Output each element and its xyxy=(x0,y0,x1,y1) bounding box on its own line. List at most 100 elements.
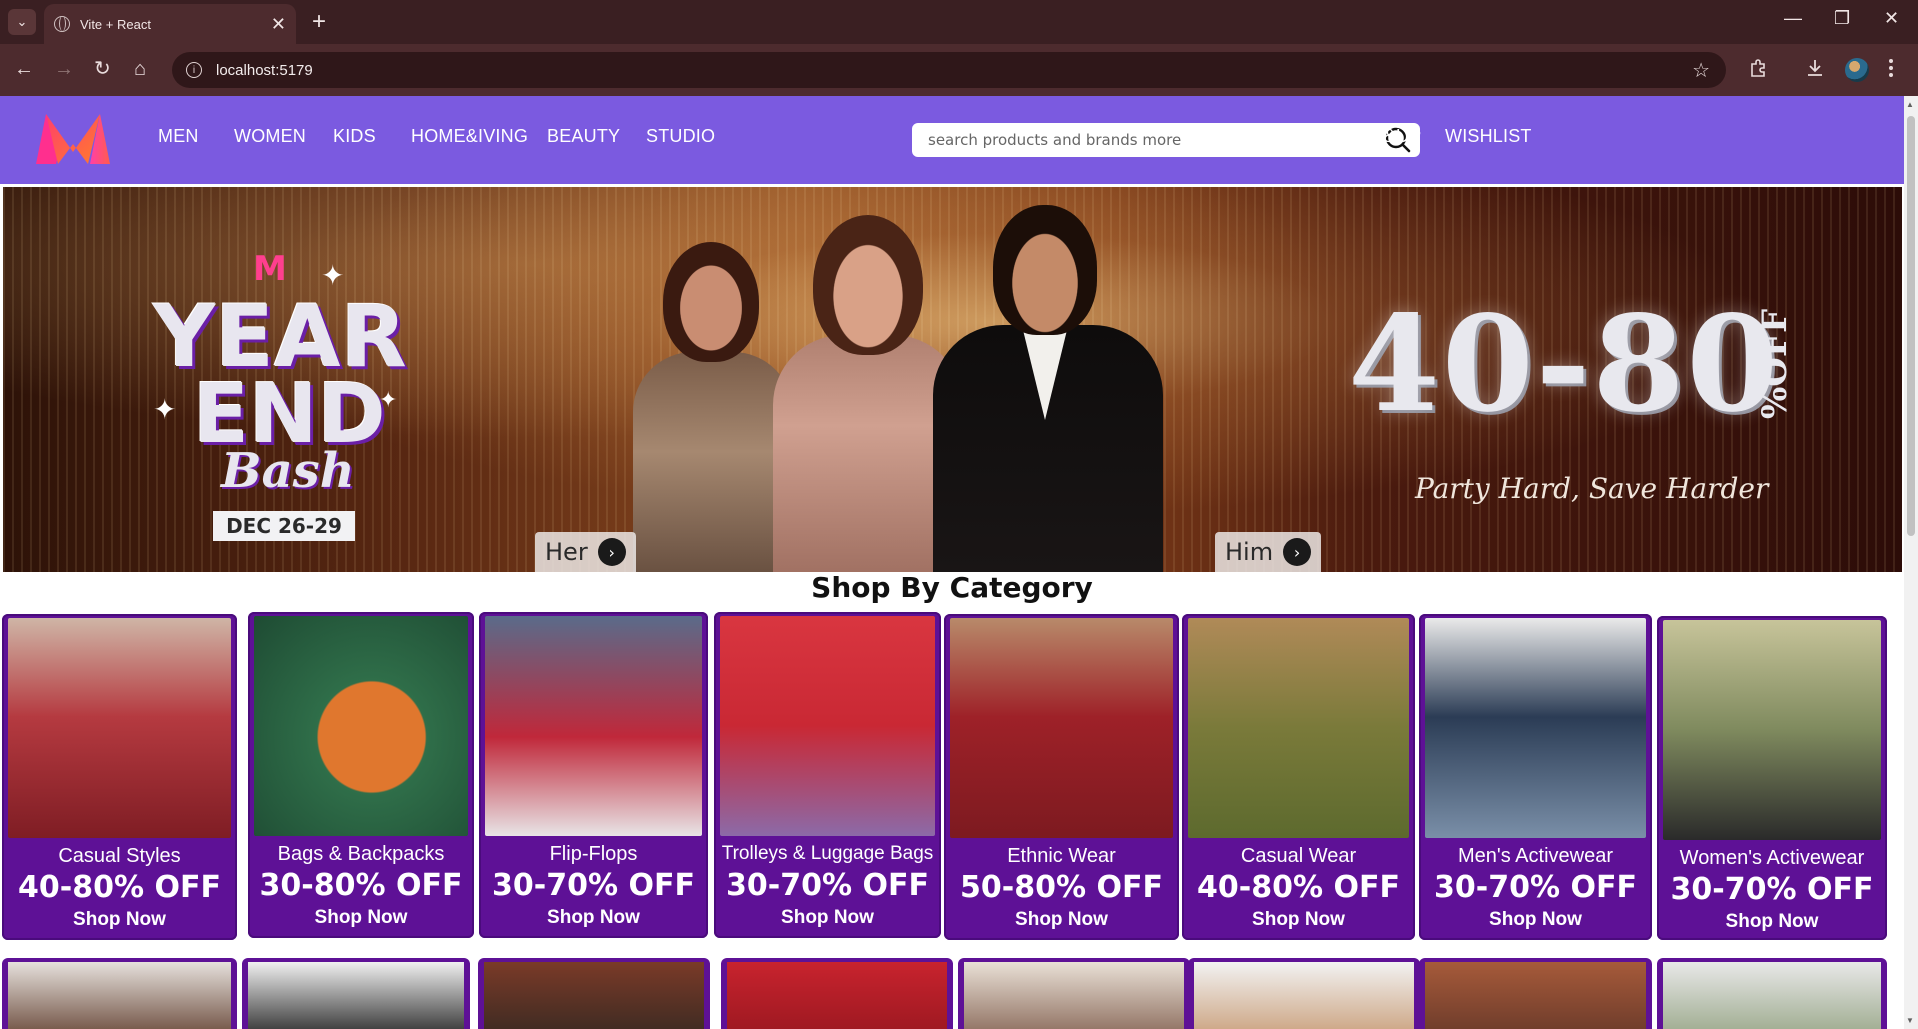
category-image xyxy=(1188,618,1409,838)
category-card[interactable]: Flip-Flops 30-70% OFF Shop Now xyxy=(479,612,708,938)
category-image xyxy=(950,618,1173,838)
category-image xyxy=(1663,620,1881,840)
category-image xyxy=(1425,618,1646,838)
new-tab-button[interactable]: + xyxy=(312,8,326,36)
category-image xyxy=(727,962,947,1029)
category-image xyxy=(485,616,702,836)
chevron-right-icon: › xyxy=(597,538,626,566)
sign-in-link[interactable]: SIGN&IN xyxy=(1236,126,1311,147)
hero-cta-him-label: Him xyxy=(1225,538,1274,566)
globe-icon xyxy=(54,16,70,32)
category-card[interactable]: Ethnic Wear 50-80% OFF Shop Now xyxy=(944,614,1179,940)
category-name: Bags & Backpacks xyxy=(277,843,445,865)
minimize-button[interactable]: — xyxy=(1784,8,1802,29)
profile-avatar[interactable] xyxy=(1845,58,1869,82)
category-card[interactable]: Casual Styles 40-80% OFF Shop Now xyxy=(2,614,237,940)
hero-cta-her-label: Her xyxy=(545,538,588,566)
category-image xyxy=(1663,962,1881,1029)
category-name: Flip-Flops xyxy=(549,843,638,865)
reload-button[interactable]: ↻ xyxy=(94,57,111,81)
category-image xyxy=(1425,962,1646,1029)
category-name: Women's Activewear xyxy=(1679,847,1865,869)
category-card[interactable] xyxy=(478,958,710,1029)
myntra-logo[interactable] xyxy=(32,108,114,168)
category-image xyxy=(484,962,704,1029)
category-offer: 30-70% OFF xyxy=(492,868,695,903)
category-card[interactable] xyxy=(1419,958,1652,1029)
category-offer: 50-80% OFF xyxy=(960,870,1163,905)
category-offer: 40-80% OFF xyxy=(18,870,221,905)
scroll-down-icon[interactable]: ▼ xyxy=(1906,1016,1914,1025)
shop-now-link[interactable]: Shop Now xyxy=(2,909,237,931)
hero-cta-her[interactable]: Her › xyxy=(535,532,636,572)
bookmark-star-icon[interactable]: ☆ xyxy=(1692,58,1710,83)
browser-toolbar: ← → ↻ ⌂ i localhost:5179 ☆ xyxy=(0,44,1918,96)
browser-menu-icon[interactable] xyxy=(1888,57,1894,85)
extensions-icon[interactable] xyxy=(1748,57,1770,85)
window-close-button[interactable]: ✕ xyxy=(1884,8,1899,29)
nav-studio[interactable]: STUDIO xyxy=(646,126,715,147)
category-card[interactable] xyxy=(1188,958,1420,1029)
wishlist-link[interactable]: WISHLIST xyxy=(1445,126,1532,147)
section-title: Shop By Category xyxy=(811,571,1093,604)
hero-brand-mark: M xyxy=(253,249,287,289)
hero-banner[interactable]: M ✦ YEAR ✦ END ✦ Bash DEC 26-29 40-80 %O… xyxy=(3,187,1902,572)
hero-tagline: Party Hard, Save Harder xyxy=(1415,472,1769,505)
scrollbar-thumb[interactable] xyxy=(1907,116,1915,536)
sparkle-icon: ✦ xyxy=(379,387,398,412)
chevron-right-icon: › xyxy=(1283,538,1312,566)
category-card[interactable] xyxy=(2,958,237,1029)
category-card[interactable]: Trolleys & Luggage Bags 30-70% OFF Shop … xyxy=(714,612,941,938)
category-card[interactable]: Women's Activewear 30-70% OFF Shop Now xyxy=(1657,616,1887,940)
address-bar[interactable]: i localhost:5179 ☆ xyxy=(172,52,1726,88)
nav-men[interactable]: MEN xyxy=(158,126,199,147)
hero-date-badge: DEC 26-29 xyxy=(213,511,355,541)
restore-button[interactable]: ❐ xyxy=(1834,8,1850,29)
nav-beauty[interactable]: BEAUTY xyxy=(547,126,620,147)
category-offer: 30-80% OFF xyxy=(259,868,463,903)
shop-now-link[interactable]: Shop Now xyxy=(248,907,474,929)
category-offer: 30-70% OFF xyxy=(1434,870,1637,905)
category-card[interactable]: Bags & Backpacks 30-80% OFF Shop Now xyxy=(248,612,474,938)
category-card[interactable] xyxy=(721,958,953,1029)
hero-cta-him[interactable]: Him › xyxy=(1215,532,1322,572)
category-name: Trolleys & Luggage Bags xyxy=(721,843,934,864)
browser-tab[interactable]: Vite + React ✕ xyxy=(44,4,296,44)
shop-now-link[interactable]: Shop Now xyxy=(944,909,1179,931)
shop-now-link[interactable]: Shop Now xyxy=(1182,909,1415,931)
nav-home-living[interactable]: HOME&IVING xyxy=(411,126,528,147)
hero-headline-bash: Bash xyxy=(221,443,355,499)
tab-close-icon[interactable]: ✕ xyxy=(271,15,286,33)
downloads-icon[interactable] xyxy=(1804,57,1826,85)
browser-tabbar: ⌄ Vite + React ✕ + — ❐ ✕ xyxy=(0,0,1918,44)
shop-now-link[interactable]: Shop Now xyxy=(1657,911,1887,933)
category-card[interactable] xyxy=(242,958,470,1029)
site-info-icon[interactable]: i xyxy=(186,62,202,78)
page-viewport: MEN WOMEN KIDS HOME&IVING BEAUTY STUDIO … xyxy=(0,96,1904,1029)
nav-kids[interactable]: KIDS xyxy=(333,126,376,147)
back-button[interactable]: ← xyxy=(14,57,34,81)
category-card[interactable]: Casual Wear 40-80% OFF Shop Now xyxy=(1182,614,1415,940)
home-button[interactable]: ⌂ xyxy=(134,57,146,81)
tab-search-menu-icon[interactable]: ⌄ xyxy=(8,9,36,35)
category-name: Men's Activewear xyxy=(1458,845,1613,867)
shop-now-link[interactable]: Shop Now xyxy=(1419,909,1652,931)
category-name: Casual Wear xyxy=(1240,845,1357,867)
sparkle-icon: ✦ xyxy=(153,394,177,425)
tab-title: Vite + React xyxy=(80,16,151,32)
category-offer: 40-80% OFF xyxy=(1197,870,1400,905)
category-image xyxy=(8,618,231,838)
sign-up-link[interactable]: SIGN&UP xyxy=(1339,126,1421,147)
shop-now-link[interactable]: Shop Now xyxy=(479,907,708,929)
page-scrollbar[interactable]: ▲ ▼ xyxy=(1904,96,1918,1029)
scroll-up-icon[interactable]: ▲ xyxy=(1906,100,1914,109)
category-card[interactable]: Men's Activewear 30-70% OFF Shop Now xyxy=(1419,614,1652,940)
nav-women[interactable]: WOMEN xyxy=(234,126,306,147)
category-name: Ethnic Wear xyxy=(1007,845,1116,867)
shop-now-link[interactable]: Shop Now xyxy=(714,907,941,929)
forward-button[interactable]: → xyxy=(54,57,74,81)
category-card[interactable] xyxy=(1657,958,1887,1029)
category-card[interactable] xyxy=(958,958,1190,1029)
hero-discount: 40-80 xyxy=(1348,287,1781,442)
url-text: localhost:5179 xyxy=(216,61,313,79)
